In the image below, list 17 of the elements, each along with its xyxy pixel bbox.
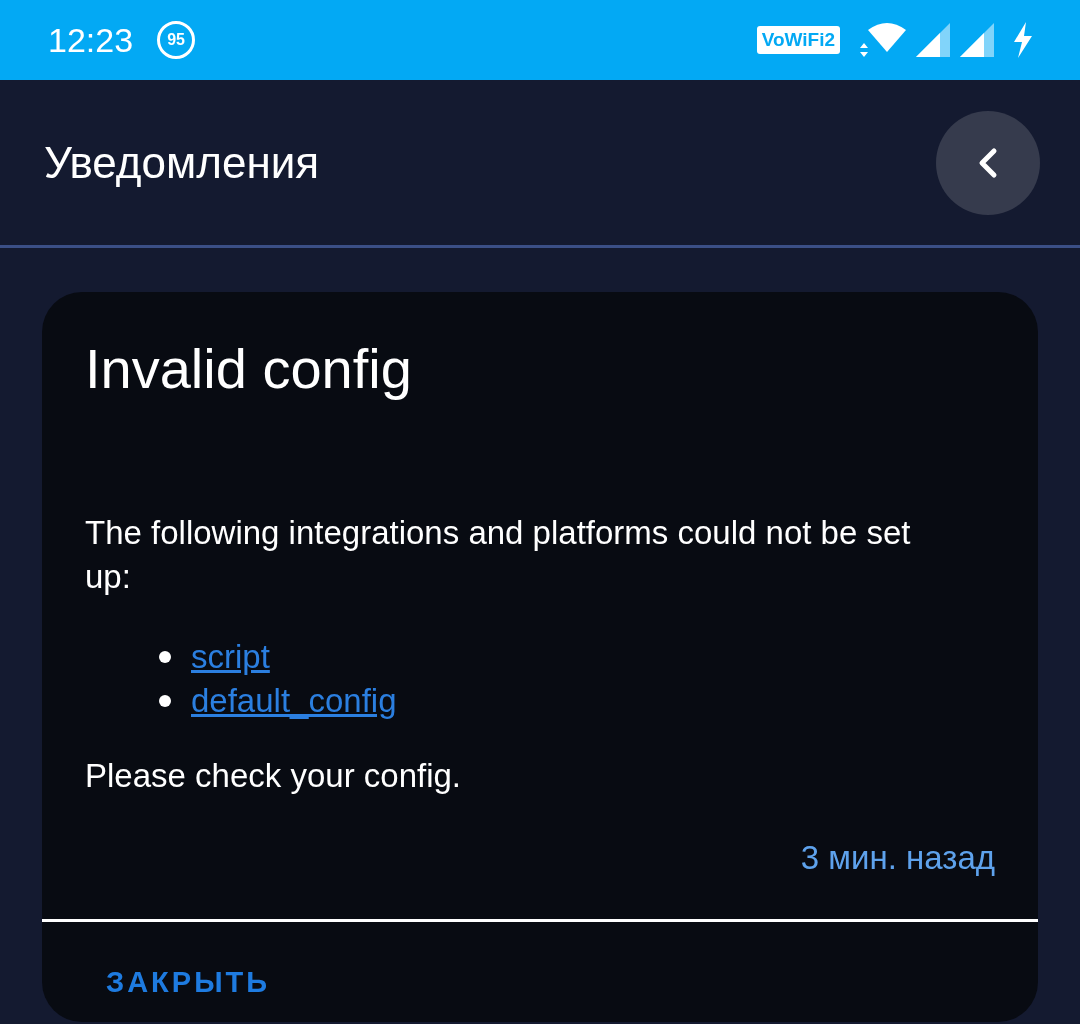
notification-title: Invalid config [85, 336, 413, 401]
status-time: 12:23 [48, 20, 134, 60]
notification-message: The following integrations and platforms could not be set up: [85, 513, 912, 597]
integration-link[interactable]: script [191, 638, 270, 676]
bullet-icon [159, 695, 171, 707]
page-title: Уведомления [44, 137, 320, 188]
bullet-icon [159, 651, 171, 663]
notification-footer-text: Please check your config. [85, 757, 463, 795]
notification-time: 3 мин. назад [799, 839, 996, 877]
charging-icon [1012, 22, 1034, 58]
wifi-icon [858, 22, 906, 58]
wifi-calling-badge: VoWiFi2 [756, 26, 840, 54]
dismiss-button[interactable]: ЗАКРЫТЬ [106, 966, 271, 999]
notification-badge: 95 [157, 21, 196, 59]
signal-icon [960, 23, 994, 57]
integration-link[interactable]: default_config [191, 682, 397, 720]
signal-icon [916, 23, 950, 57]
